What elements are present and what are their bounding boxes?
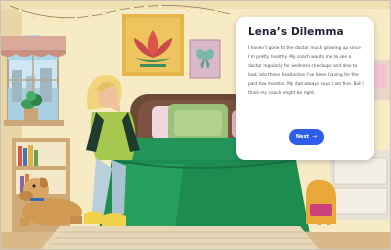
lotus-tapestry (122, 14, 184, 76)
next-button[interactable]: Next → (289, 129, 324, 145)
butterfly-poster (189, 39, 221, 79)
arrow-right-icon: → (312, 133, 318, 140)
game-frame: Lena’s Dilemma I haven’t gone to the doc… (0, 0, 391, 250)
dialog-title: Lena’s Dilemma (248, 26, 344, 38)
dialog-body: I haven’t gone to the doctor much growin… (248, 46, 364, 96)
next-label: Next (295, 134, 310, 140)
dialog-card: Lena’s Dilemma I haven’t gone to the doc… (236, 17, 374, 160)
